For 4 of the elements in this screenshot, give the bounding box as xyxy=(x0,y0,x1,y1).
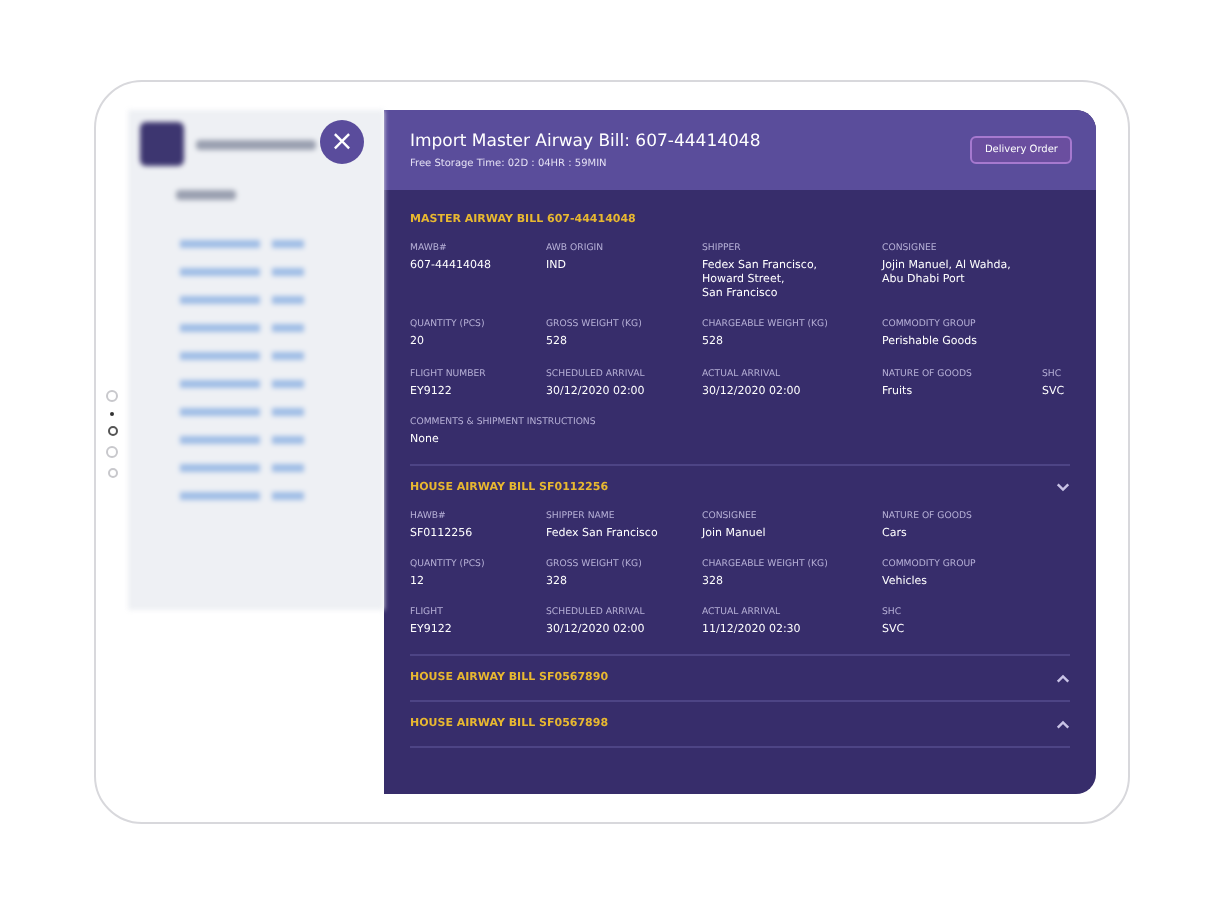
chevron-up-icon[interactable] xyxy=(1056,673,1070,684)
panel-title: Import Master Airway Bill: 607-44414048 xyxy=(410,131,761,151)
chevron-up-icon[interactable] xyxy=(1056,719,1070,730)
chevron-down-icon[interactable] xyxy=(1056,482,1070,493)
